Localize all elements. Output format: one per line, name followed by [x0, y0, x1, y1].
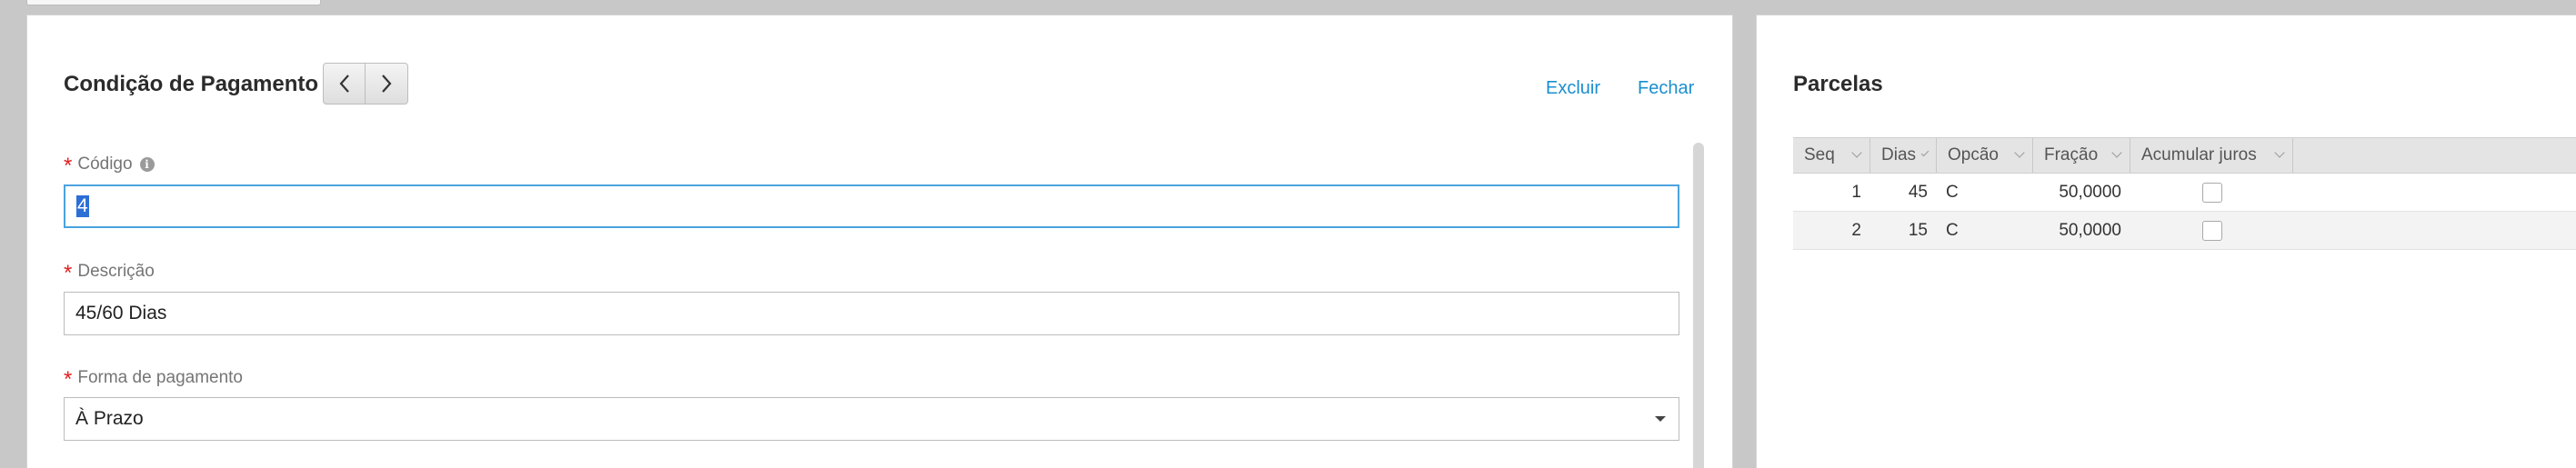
top-tab[interactable] — [26, 0, 321, 5]
chevron-right-icon — [382, 75, 392, 93]
chevron-down-icon — [2274, 147, 2285, 158]
required-marker: * — [64, 367, 73, 392]
opcao-cell: C — [1946, 220, 1959, 240]
fracao-cell: 50,0000 — [2059, 182, 2121, 202]
record-navigation — [323, 63, 408, 105]
forma-pagamento-label-text: Forma de pagamento — [77, 368, 244, 387]
column-header-label: Acumular juros — [2141, 145, 2257, 164]
descricao-value: 45/60 Dias — [75, 303, 167, 324]
acumular-juros-checkbox[interactable] — [2201, 220, 2222, 241]
grid-header: Seq Dias Opcão Fração Acumular juros — [1793, 137, 2576, 174]
dias-cell: 15 — [1908, 220, 1928, 240]
codigo-label: * Código i — [64, 154, 155, 178]
codigo-input[interactable]: 4 — [64, 184, 1679, 228]
codigo-value: 4 — [76, 195, 89, 217]
chevron-down-icon — [2014, 147, 2025, 158]
vertical-scrollbar[interactable] — [1693, 143, 1704, 468]
column-header-label: Seq — [1804, 145, 1835, 164]
chevron-down-icon — [1851, 147, 1862, 158]
acumular-juros-checkbox[interactable] — [2201, 182, 2222, 203]
seq-cell: 2 — [1851, 220, 1861, 240]
acumular-juros-cell — [2130, 212, 2293, 249]
column-header-fracao[interactable]: Fração — [2033, 138, 2130, 173]
chevron-down-icon — [2111, 147, 2122, 158]
info-icon[interactable]: i — [139, 157, 155, 172]
parcelas-panel: Parcelas Seq Dias Opcão Fração Acumular … — [1756, 15, 2576, 468]
table-row[interactable]: 2 15 C 50,0000 — [1793, 212, 2576, 250]
payment-condition-panel: Condição de Pagamento Excluir Fechar * C… — [26, 15, 1733, 468]
descricao-input[interactable]: 45/60 Dias — [64, 292, 1679, 335]
forma-pagamento-select[interactable]: À Prazo — [64, 397, 1679, 441]
caret-down-icon — [1655, 416, 1666, 422]
column-header-acumular-juros[interactable]: Acumular juros — [2130, 138, 2293, 173]
dias-cell: 45 — [1908, 182, 1928, 202]
descricao-label-text: Descrição — [77, 262, 155, 281]
chevron-down-icon — [1920, 148, 1929, 157]
seq-cell: 1 — [1851, 182, 1861, 202]
chevron-left-icon — [339, 75, 349, 93]
forma-pagamento-value: À Prazo — [75, 408, 144, 429]
column-header-opcao[interactable]: Opcão — [1937, 138, 2033, 173]
acumular-juros-cell — [2130, 174, 2293, 211]
column-header-label: Opcão — [1948, 145, 1999, 164]
column-header-label: Dias — [1881, 145, 1917, 164]
codigo-label-text: Código — [77, 154, 133, 174]
required-marker: * — [64, 154, 73, 178]
close-button[interactable]: Fechar — [1638, 78, 1694, 99]
parcelas-grid: Seq Dias Opcão Fração Acumular juros 1 4… — [1793, 137, 2576, 250]
page-title: Condição de Pagamento — [64, 72, 319, 96]
descricao-label: * Descrição — [64, 261, 155, 285]
table-row[interactable]: 1 45 C 50,0000 — [1793, 174, 2576, 212]
previous-record-button[interactable] — [323, 63, 366, 105]
fracao-cell: 50,0000 — [2059, 220, 2121, 240]
required-marker: * — [64, 261, 73, 285]
parcelas-title: Parcelas — [1793, 72, 1883, 96]
column-header-seq[interactable]: Seq — [1793, 138, 1870, 173]
delete-button[interactable]: Excluir — [1546, 78, 1600, 99]
next-record-button[interactable] — [366, 63, 408, 105]
column-header-dias[interactable]: Dias — [1870, 138, 1937, 173]
column-header-label: Fração — [2044, 145, 2099, 164]
forma-pagamento-label: * Forma de pagamento — [64, 367, 244, 392]
opcao-cell: C — [1946, 182, 1959, 202]
